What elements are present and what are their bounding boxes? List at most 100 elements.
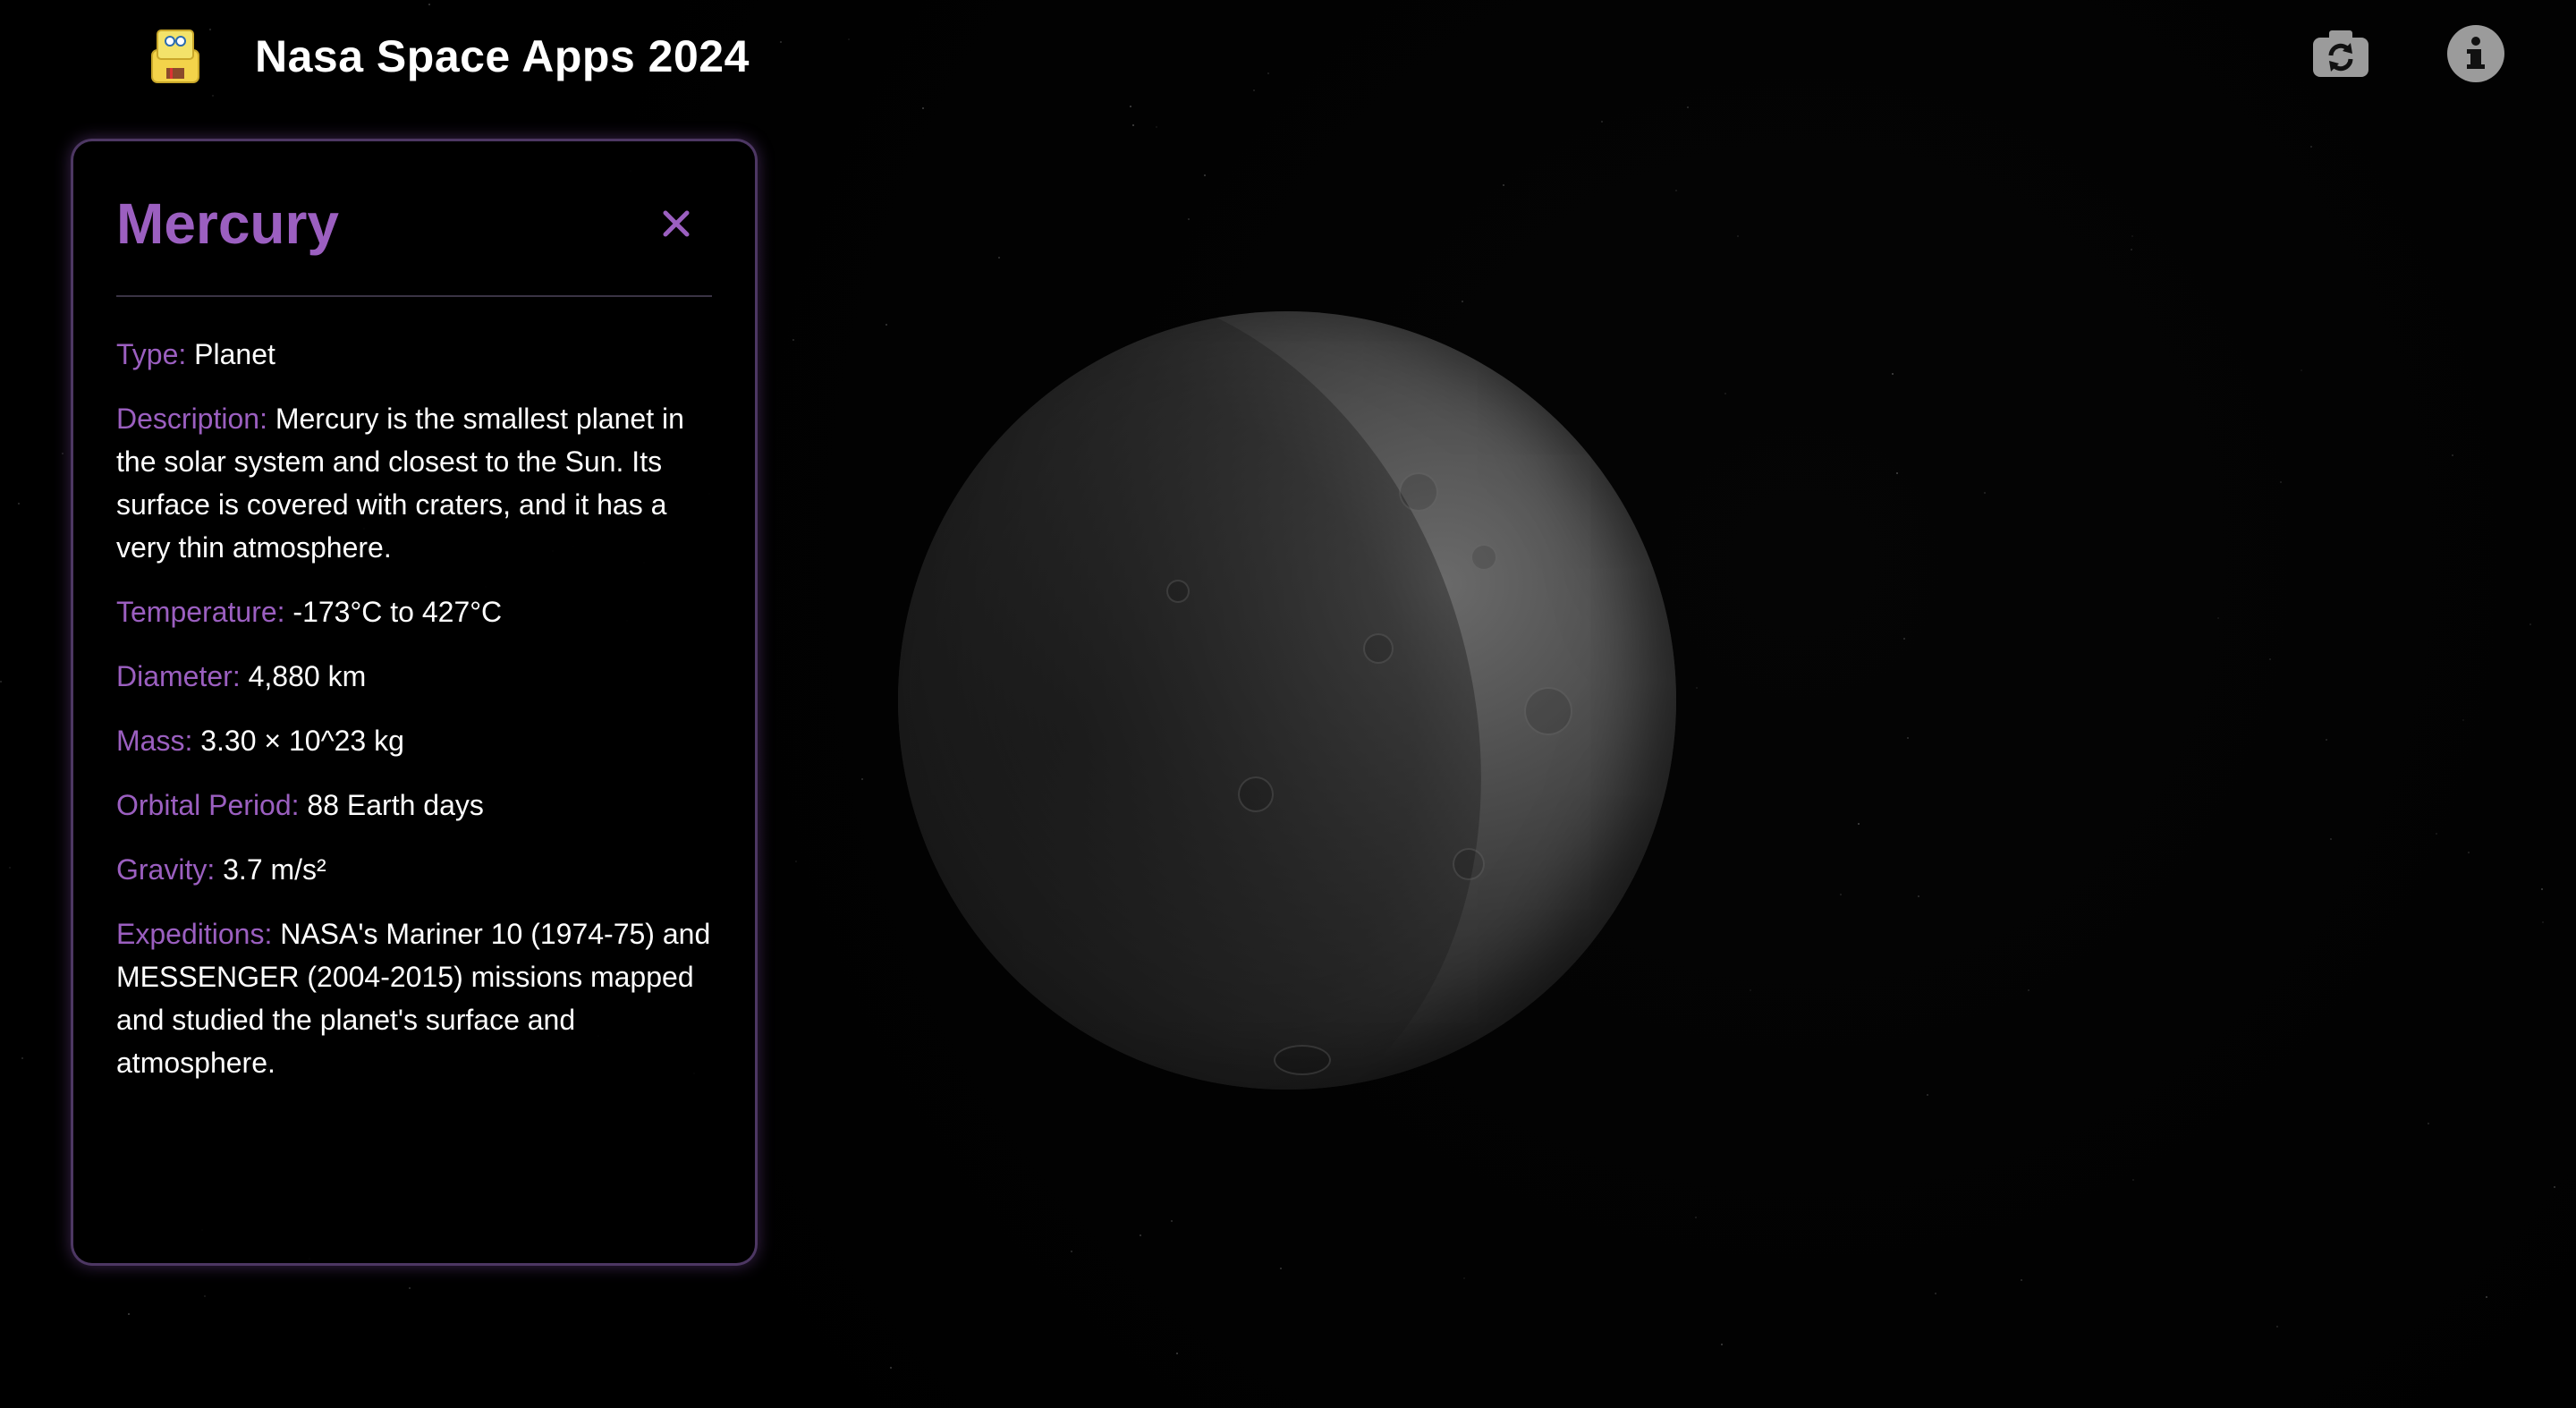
star: [1156, 126, 1157, 128]
star: [2028, 989, 2029, 991]
star: [890, 1367, 892, 1369]
field-value: 88 Earth days: [307, 789, 484, 821]
star: [2436, 833, 2437, 835]
star: [1171, 1220, 1173, 1222]
planet-terminator-shadow: [898, 311, 1589, 1090]
star: [886, 324, 887, 326]
star: [2486, 1296, 2487, 1298]
star: [18, 503, 20, 505]
star: [1140, 1234, 1141, 1236]
star: [2269, 658, 2271, 660]
crater: [1363, 633, 1394, 664]
star: [998, 257, 1000, 259]
star: [1840, 894, 1842, 895]
field-value: Planet: [194, 338, 275, 370]
crater: [1399, 472, 1438, 512]
star: [21, 1057, 23, 1059]
star: [0, 681, 2, 683]
star: [1601, 121, 1603, 123]
star: [1724, 393, 1726, 394]
app-title: Nasa Space Apps 2024: [255, 31, 750, 81]
info-button[interactable]: [2447, 25, 2504, 82]
star: [2131, 235, 2133, 237]
star: [9, 867, 11, 869]
star: [2542, 921, 2544, 923]
planet-name: Mercury: [116, 191, 339, 256]
field-mass: Mass: 3.30 × 10^23 kg: [116, 719, 712, 762]
camera-rotate-button[interactable]: [2311, 25, 2370, 82]
field-value: 3.30 × 10^23 kg: [200, 725, 404, 757]
star: [2330, 838, 2332, 840]
star: [409, 1287, 411, 1289]
star: [861, 778, 863, 780]
panel-header: Mercury: [116, 188, 712, 297]
star: [2276, 1326, 2278, 1327]
star: [1858, 823, 1860, 825]
star: [1071, 1251, 1072, 1252]
star: [1204, 174, 1206, 176]
star: [1462, 301, 1463, 302]
field-diameter: Diameter: 4,880 km: [116, 655, 712, 698]
space-scene[interactable]: Nasa Space Apps 2024 Mercury Type: Plane…: [0, 0, 2576, 1408]
field-orbital-period: Orbital Period: 88 Earth days: [116, 784, 712, 827]
field-label: Orbital Period:: [116, 789, 300, 821]
field-label: Expeditions:: [116, 918, 273, 950]
star: [1750, 989, 1751, 991]
star: [62, 453, 64, 454]
star: [1503, 184, 1504, 186]
star: [2280, 481, 2282, 483]
star: [1896, 472, 1898, 474]
field-label: Temperature:: [116, 596, 285, 628]
star: [2462, 719, 2464, 721]
star: [2529, 623, 2531, 625]
close-button[interactable]: [658, 206, 694, 242]
star: [1907, 737, 1909, 739]
star: [2131, 249, 2132, 250]
close-icon: [663, 210, 690, 237]
star: [1721, 1344, 1723, 1345]
info-icon: [2467, 37, 2485, 69]
star: [2301, 369, 2302, 371]
star: [2217, 617, 2219, 619]
star: [1463, 1277, 1465, 1279]
star: [1918, 895, 1919, 897]
star: [204, 1295, 206, 1297]
field-value: 4,880 km: [248, 660, 367, 692]
star: [2452, 454, 2453, 456]
field-gravity: Gravity: 3.7 m/s²: [116, 848, 712, 891]
field-description: Description: Mercury is the smallest pla…: [116, 397, 712, 569]
star: [1132, 124, 1134, 126]
crater: [1470, 544, 1497, 571]
planet-info-panel: Mercury Type: Planet Description: Mercur…: [71, 139, 758, 1266]
star: [1696, 687, 1698, 689]
star: [2326, 739, 2327, 741]
field-expeditions: Expeditions: NASA's Mariner 10 (1974-75)…: [116, 912, 712, 1084]
field-value: -173°C to 427°C: [292, 596, 503, 628]
star: [1188, 218, 1190, 220]
star: [1176, 1353, 1178, 1354]
crater: [1524, 687, 1572, 735]
star: [2132, 1179, 2134, 1181]
field-label: Gravity:: [116, 853, 216, 886]
field-temperature: Temperature: -173°C to 427°C: [116, 590, 712, 633]
star: [1903, 638, 1905, 640]
field-label: Diameter:: [116, 660, 241, 692]
star: [795, 861, 797, 862]
top-bar: Nasa Space Apps 2024: [0, 0, 2576, 116]
field-label: Description:: [116, 403, 267, 435]
star: [2428, 1123, 2429, 1124]
star: [1280, 1268, 1282, 1269]
planet-mercury-render[interactable]: [898, 311, 1676, 1090]
crater: [1453, 848, 1485, 880]
camera-rotate-icon: [2313, 30, 2368, 77]
field-label: Type:: [116, 338, 187, 370]
panel-body: Type: Planet Description: Mercury is the…: [116, 297, 712, 1084]
field-value: 3.7 m/s²: [223, 853, 326, 886]
star: [2468, 852, 2470, 853]
field-type: Type: Planet: [116, 333, 712, 376]
star: [792, 339, 794, 341]
crater: [1166, 580, 1190, 603]
star: [2541, 888, 2543, 890]
spongebob-chair-icon[interactable]: [148, 23, 202, 88]
field-label: Mass:: [116, 725, 193, 757]
